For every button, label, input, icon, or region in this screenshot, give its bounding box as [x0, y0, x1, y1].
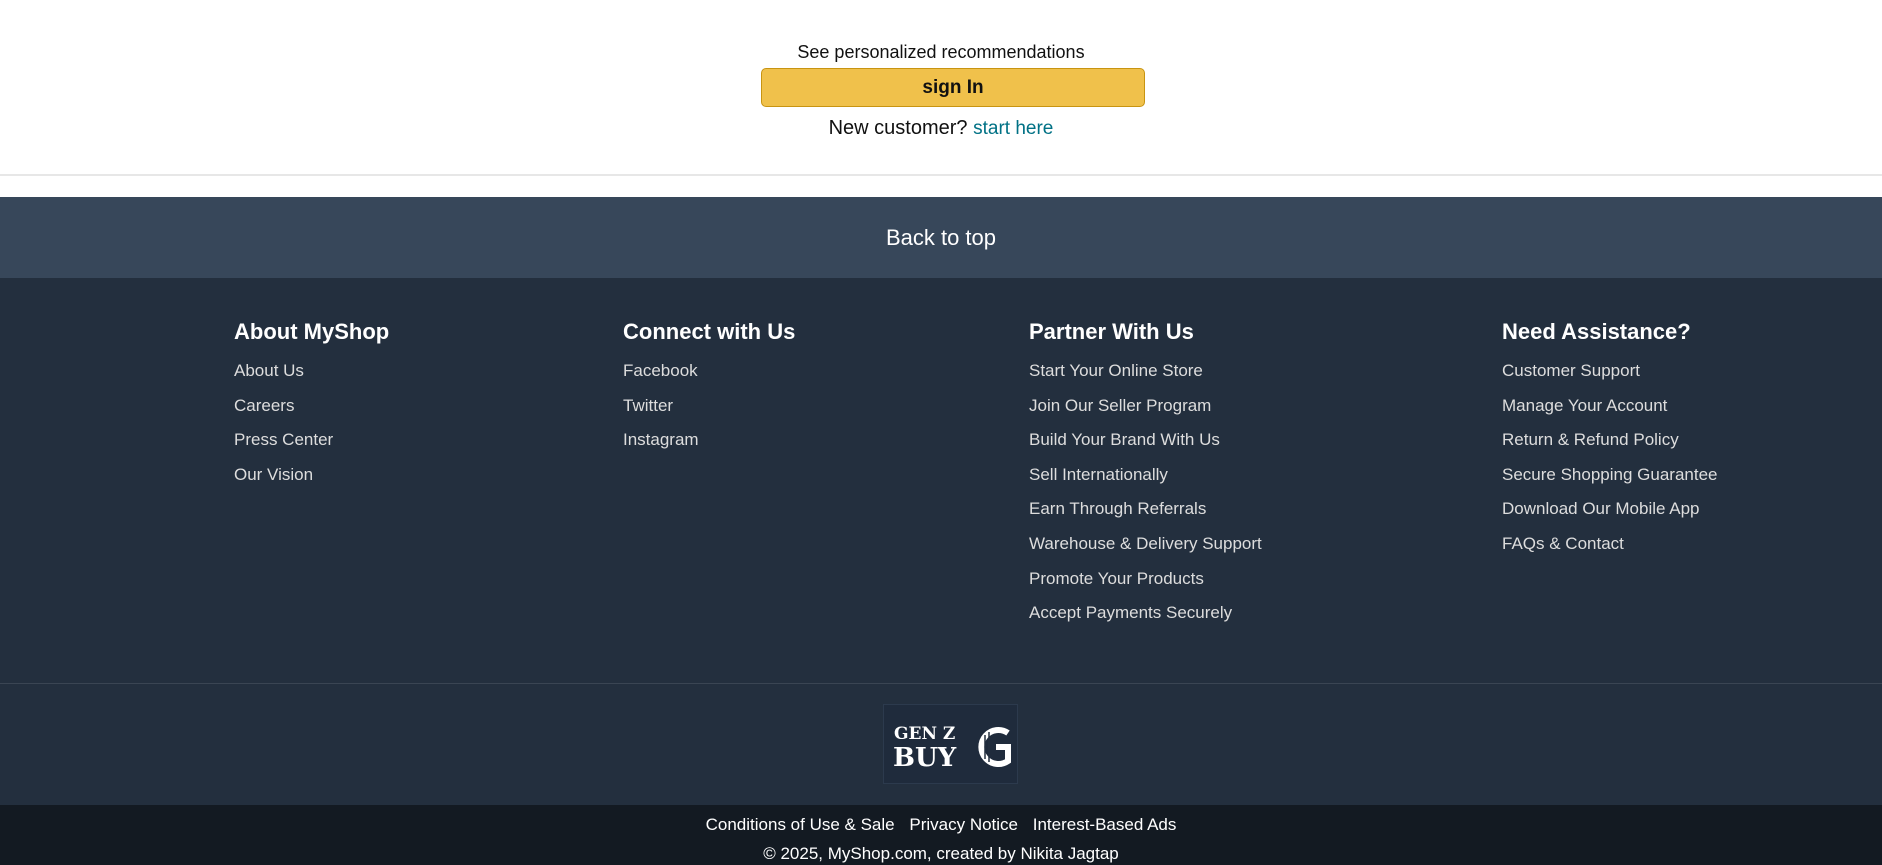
column-heading: Need Assistance? [1502, 319, 1691, 344]
logo-line2: BUY [893, 743, 957, 773]
footer-link-referrals[interactable]: Earn Through Referrals [1029, 492, 1262, 527]
footer-link-payments[interactable]: Accept Payments Securely [1029, 596, 1262, 631]
footer-link-facebook[interactable]: Facebook [623, 354, 795, 389]
footer-link-careers[interactable]: Careers [234, 389, 389, 424]
footer-link-mobile-app[interactable]: Download Our Mobile App [1502, 492, 1718, 527]
legal-links: Conditions of Use & Sale Privacy Notice … [0, 815, 1882, 835]
footer-link-our-vision[interactable]: Our Vision [234, 458, 389, 493]
conditions-link[interactable]: Conditions of Use & Sale [706, 815, 895, 834]
new-customer-text: New customer? [828, 117, 968, 139]
logo-g-mark [978, 727, 1011, 767]
footer-link-warehouse[interactable]: Warehouse & Delivery Support [1029, 527, 1262, 562]
footer-link-manage-account[interactable]: Manage Your Account [1502, 389, 1718, 424]
signin-section: See personalized recommendations sign In… [0, 0, 1882, 176]
column-heading: About MyShop [234, 319, 390, 344]
sign-in-button[interactable]: sign In [761, 68, 1145, 107]
footer-link-seller-program[interactable]: Join Our Seller Program [1029, 389, 1262, 424]
footer-link-twitter[interactable]: Twitter [623, 389, 795, 424]
interest-ads-link[interactable]: Interest-Based Ads [1033, 815, 1177, 834]
legal-bar: Conditions of Use & Sale Privacy Notice … [0, 805, 1882, 865]
genz-buy-logo[interactable]: GEN Z BUY [883, 704, 1018, 784]
footer-link-press-center[interactable]: Press Center [234, 423, 389, 458]
recommendation-text: See personalized recommendations [797, 42, 1085, 62]
logo-section: GEN Z BUY [0, 684, 1882, 805]
footer-link-about-us[interactable]: About Us [234, 354, 389, 389]
footer-link-sell-internationally[interactable]: Sell Internationally [1029, 458, 1262, 493]
footer-link-refund-policy[interactable]: Return & Refund Policy [1502, 423, 1718, 458]
logo-graphic: GEN Z BUY [893, 724, 1011, 773]
footer-link-start-store[interactable]: Start Your Online Store [1029, 354, 1262, 389]
copyright-text: © 2025, MyShop.com, created by Nikita Ja… [763, 844, 1119, 863]
back-to-top-button[interactable]: Back to top [0, 197, 1882, 278]
footer-column-about: About MyShop About Us Careers Press Cent… [234, 318, 389, 492]
column-heading: Partner With Us [1029, 319, 1194, 344]
logo-line1: GEN Z [894, 724, 955, 744]
new-customer-line: New customer? start here [0, 117, 1882, 140]
footer-link-secure-shopping[interactable]: Secure Shopping Guarantee [1502, 458, 1718, 493]
footer-column-partner: Partner With Us Start Your Online Store … [1029, 318, 1262, 631]
footer-column-assistance: Need Assistance? Customer Support Manage… [1502, 318, 1718, 562]
footer-link-faqs[interactable]: FAQs & Contact [1502, 527, 1718, 562]
column-heading: Connect with Us [623, 319, 796, 344]
footer-link-promote[interactable]: Promote Your Products [1029, 562, 1262, 597]
footer-link-customer-support[interactable]: Customer Support [1502, 354, 1718, 389]
privacy-link[interactable]: Privacy Notice [909, 815, 1018, 834]
footer-link-build-brand[interactable]: Build Your Brand With Us [1029, 423, 1262, 458]
footer-link-instagram[interactable]: Instagram [623, 423, 795, 458]
start-here-link[interactable]: start here [973, 118, 1053, 139]
footer-links: About MyShop About Us Careers Press Cent… [0, 278, 1882, 684]
footer-column-connect: Connect with Us Facebook Twitter Instagr… [623, 318, 795, 458]
